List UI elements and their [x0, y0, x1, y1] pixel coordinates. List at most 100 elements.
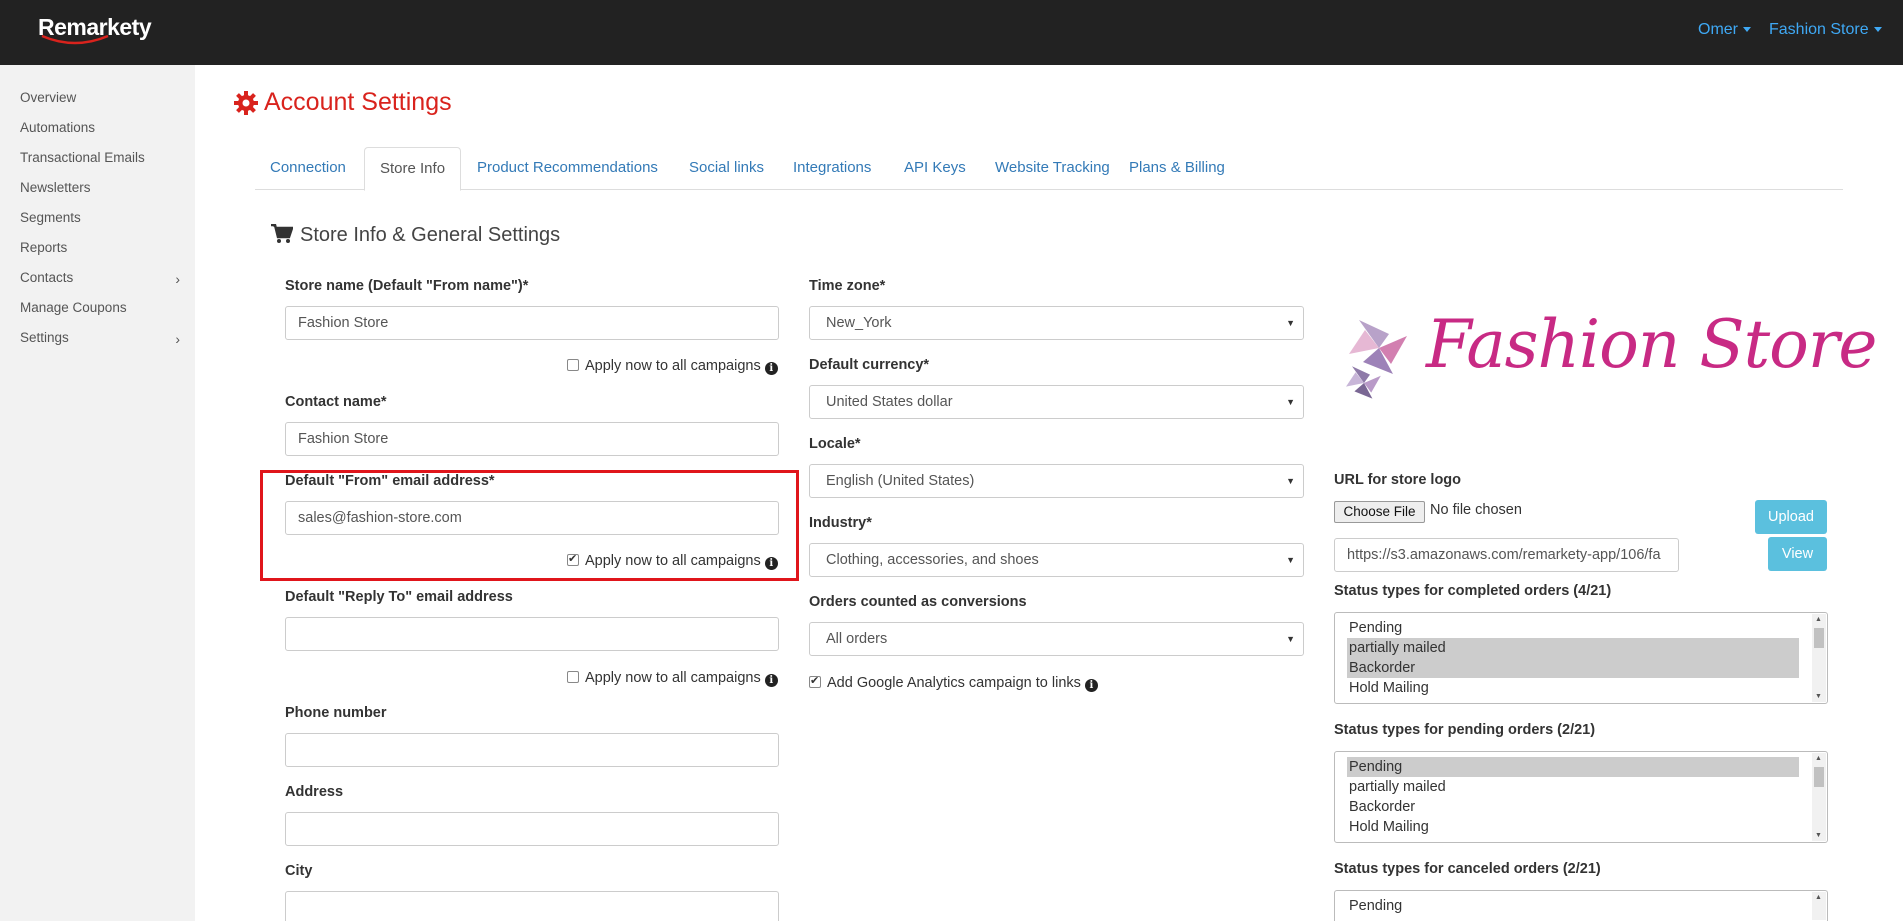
dropdown-arrow-icon: ▼: [1286, 318, 1295, 328]
currency-select[interactable]: United States dollar ▼: [809, 385, 1304, 419]
scroll-thumb[interactable]: [1814, 628, 1824, 648]
sidebar-item-newsletters[interactable]: Newsletters: [20, 180, 180, 195]
list-item[interactable]: Pending: [1347, 757, 1799, 777]
industry-select[interactable]: Clothing, accessories, and shoes ▼: [809, 543, 1304, 577]
tab-integrations[interactable]: Integrations: [778, 147, 886, 190]
sidebar-item-label: Contacts: [20, 270, 74, 285]
tab-store-info[interactable]: Store Info: [364, 147, 462, 191]
tab-plans-billing[interactable]: Plans & Billing: [1114, 147, 1240, 190]
user-menu[interactable]: Omer: [1698, 21, 1751, 39]
scroll-up-icon[interactable]: ▲: [1815, 755, 1822, 762]
upload-button[interactable]: Upload: [1755, 500, 1827, 534]
sidebar-item-label: Overview: [20, 90, 77, 105]
apply-reply-to-checkbox[interactable]: [567, 671, 579, 683]
sidebar-item-label: Settings: [20, 330, 69, 345]
scroll-down-icon[interactable]: ▼: [1815, 832, 1822, 839]
tab-connection[interactable]: Connection: [255, 147, 361, 190]
conversions-select[interactable]: All orders ▼: [809, 622, 1304, 656]
sidebar-item-label: Segments: [20, 210, 81, 225]
sidebar-item-label: Manage Coupons: [20, 300, 127, 315]
user-menu-label: Omer: [1698, 21, 1738, 38]
canceled-orders-listbox[interactable]: Pending ▲: [1334, 890, 1828, 921]
tab-social-links[interactable]: Social links: [674, 147, 779, 190]
listbox-scrollbar[interactable]: ▲ ▼: [1812, 753, 1826, 841]
listbox-scrollbar[interactable]: ▲ ▼: [1812, 614, 1826, 702]
shopping-cart-icon: [271, 224, 293, 243]
address-label: Address: [285, 784, 344, 800]
sidebar-item-settings[interactable]: Settings ›: [20, 330, 180, 347]
from-email-label: Default "From" email address*: [285, 473, 495, 489]
list-item[interactable]: Backorder: [1347, 658, 1799, 678]
sidebar-item-segments[interactable]: Segments: [20, 210, 180, 225]
info-icon[interactable]: i: [1084, 679, 1098, 692]
scroll-down-icon[interactable]: ▼: [1815, 693, 1822, 700]
sidebar-item-label: Transactional Emails: [20, 150, 145, 165]
currency-value: United States dollar: [826, 394, 953, 410]
apply-from-email-checkbox[interactable]: [567, 552, 579, 566]
reply-to-input[interactable]: [285, 617, 779, 651]
info-icon[interactable]: i: [764, 674, 778, 687]
scroll-up-icon[interactable]: ▲: [1815, 616, 1822, 623]
sidebar-item-contacts[interactable]: Contacts ›: [20, 270, 180, 287]
pending-orders-label: Status types for pending orders (2/21): [1334, 722, 1596, 738]
conversions-value: All orders: [826, 631, 888, 647]
list-item[interactable]: Backorder: [1335, 797, 1799, 817]
locale-select[interactable]: English (United States) ▼: [809, 464, 1304, 498]
tab-api-keys[interactable]: API Keys: [889, 147, 981, 190]
ga-campaign-label: Add Google Analytics campaign to links: [827, 675, 1081, 691]
sidebar-item-transactional-emails[interactable]: Transactional Emails: [20, 150, 180, 165]
sidebar-item-automations[interactable]: Automations: [20, 120, 180, 135]
list-item[interactable]: Hold Mailing: [1335, 817, 1799, 837]
scroll-up-icon[interactable]: ▲: [1815, 894, 1822, 901]
tab-website-tracking[interactable]: Website Tracking: [980, 147, 1125, 190]
sidebar: Overview Automations Transactional Email…: [0, 65, 195, 921]
choose-file-button[interactable]: Choose File: [1334, 501, 1425, 523]
list-item[interactable]: Hold Mailing: [1335, 678, 1799, 698]
city-input[interactable]: [285, 891, 779, 921]
from-email-input[interactable]: sales@fashion-store.com: [285, 501, 779, 535]
ga-campaign-checkbox[interactable]: [809, 674, 821, 688]
completed-orders-listbox[interactable]: Pending partially mailed Backorder Hold …: [1334, 612, 1828, 704]
tab-product-recommendations[interactable]: Product Recommendations: [462, 147, 673, 190]
timezone-select[interactable]: New_York ▼: [809, 306, 1304, 340]
address-input[interactable]: [285, 812, 779, 846]
sidebar-item-label: Reports: [20, 240, 68, 255]
store-menu[interactable]: Fashion Store: [1769, 21, 1882, 39]
list-item[interactable]: Pending: [1335, 896, 1799, 916]
logo-url-input[interactable]: https://s3.amazonaws.com/remarkety-app/1…: [1334, 538, 1679, 572]
apply-label: Apply now to all campaigns: [585, 358, 761, 374]
sidebar-item-overview[interactable]: Overview: [20, 90, 180, 105]
apply-store-name-checkbox[interactable]: [567, 359, 579, 371]
locale-label: Locale*: [809, 436, 861, 452]
list-item[interactable]: partially mailed: [1335, 777, 1799, 797]
list-item[interactable]: Pending: [1335, 618, 1799, 638]
phone-label: Phone number: [285, 705, 387, 721]
phone-input[interactable]: [285, 733, 779, 767]
dropdown-arrow-icon: ▼: [1286, 555, 1295, 565]
sidebar-item-reports[interactable]: Reports: [20, 240, 180, 255]
reply-to-label: Default "Reply To" email address: [285, 589, 513, 605]
pending-orders-listbox[interactable]: Pending partially mailed Backorder Hold …: [1334, 751, 1828, 843]
ga-campaign-row: Add Google Analytics campaign to linksi: [809, 674, 1098, 692]
view-button[interactable]: View: [1768, 537, 1827, 571]
locale-value: English (United States): [826, 473, 975, 489]
info-icon[interactable]: i: [764, 557, 778, 570]
remarkety-logo[interactable]: Remarkety: [38, 14, 152, 45]
store-name-input[interactable]: Fashion Store: [285, 306, 779, 340]
store-name-label: Store name (Default "From name")*: [285, 278, 529, 294]
settings-tabs: Connection Store Info Product Recommenda…: [255, 147, 1843, 191]
page-title: Account Settings: [264, 88, 452, 116]
industry-label: Industry*: [809, 515, 872, 531]
list-item[interactable]: partially mailed: [1347, 638, 1799, 658]
sidebar-item-manage-coupons[interactable]: Manage Coupons: [20, 300, 180, 315]
store-logo-image: Fashion Store: [1334, 278, 1877, 438]
currency-label: Default currency*: [809, 357, 930, 373]
scroll-thumb[interactable]: [1814, 767, 1824, 787]
apply-label: Apply now to all campaigns: [585, 670, 761, 686]
listbox-scrollbar[interactable]: ▲: [1812, 892, 1826, 920]
info-icon[interactable]: i: [764, 362, 778, 375]
contact-name-input[interactable]: Fashion Store: [285, 422, 779, 456]
dropdown-arrow-icon: ▼: [1286, 476, 1295, 486]
chevron-down-icon: [1873, 27, 1882, 33]
apply-reply-to-row: Apply now to all campaigns i: [567, 670, 778, 687]
